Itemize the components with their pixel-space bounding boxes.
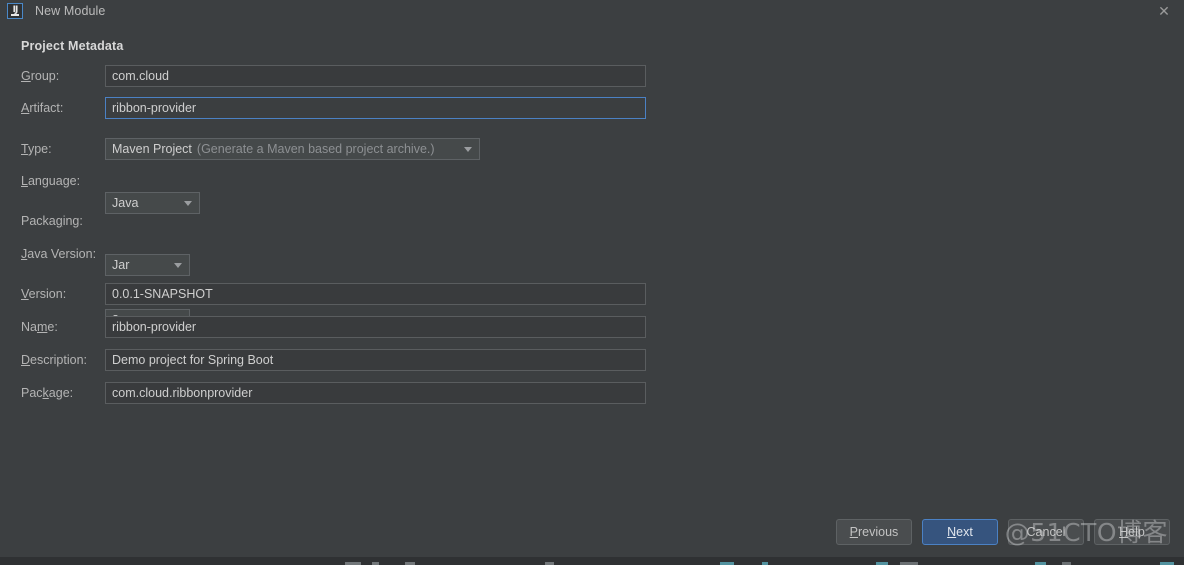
label-package: Package:	[21, 386, 74, 400]
combo-packaging[interactable]: Jar	[105, 254, 190, 276]
intellij-idea-icon: IJ	[7, 2, 23, 19]
input-name[interactable]: ribbon-provider	[105, 316, 646, 338]
close-icon[interactable]: ✕	[1154, 1, 1174, 21]
input-description[interactable]: Demo project for Spring Boot	[105, 349, 646, 371]
combo-language[interactable]: Java	[105, 192, 200, 214]
new-module-dialog: IJ New Module ✕ Project Metadata Group: c…	[0, 0, 1184, 565]
dialog-title: New Module	[35, 3, 106, 18]
label-name: Name:	[21, 320, 58, 334]
value-version: 0.0.1-SNAPSHOT	[112, 287, 213, 301]
label-type: Type:	[21, 142, 52, 156]
input-version[interactable]: 0.0.1-SNAPSHOT	[105, 283, 646, 305]
value-description: Demo project for Spring Boot	[112, 353, 274, 367]
intellij-idea-underbar	[11, 13, 19, 16]
dialog-button-bar: Previous Next Cancel Help	[836, 519, 1170, 545]
chevron-down-icon[interactable]	[184, 201, 192, 206]
value-artifact: ribbon-provider	[112, 101, 197, 115]
help-button[interactable]: Help	[1094, 519, 1170, 545]
label-language: Language:	[21, 174, 81, 188]
value-name: ribbon-provider	[112, 320, 197, 334]
value-hint-type: (Generate a Maven based project archive.…	[196, 142, 435, 156]
previous-button[interactable]: Previous	[836, 519, 912, 545]
label-description: Description:	[21, 353, 88, 367]
dialog-body: Project Metadata Group: com.cloud Artifact…	[0, 21, 1184, 557]
input-artifact[interactable]: ribbon-provider	[105, 97, 646, 119]
input-package[interactable]: com.cloud.ribbonprovider	[105, 382, 646, 404]
dialog-titlebar: IJ New Module ✕	[0, 0, 1184, 21]
chevron-down-icon[interactable]	[174, 263, 182, 268]
value-package: com.cloud.ribbonprovider	[112, 386, 253, 400]
label-artifact: Artifact:	[21, 101, 64, 115]
page-title: Project Metadata	[21, 39, 124, 53]
value-group: com.cloud	[112, 69, 169, 83]
label-version: Version:	[21, 287, 67, 301]
label-packaging: Packaging:	[21, 214, 83, 228]
combo-type[interactable]: Maven Project (Generate a Maven based pro…	[105, 138, 480, 160]
label-group: Group:	[21, 69, 60, 83]
value-language: Java	[112, 196, 139, 210]
project-metadata-form: Group: com.cloud Artifact: ribbon-provider T…	[0, 65, 700, 404]
value-type: Maven Project	[112, 142, 192, 156]
value-packaging: Jar	[112, 258, 130, 272]
cancel-button[interactable]: Cancel	[1008, 519, 1084, 545]
next-button[interactable]: Next	[922, 519, 998, 545]
chevron-down-icon[interactable]	[464, 147, 472, 152]
input-group[interactable]: com.cloud	[105, 65, 646, 87]
cut-off-content-strip	[0, 557, 1184, 565]
label-java-version: Java Version:	[21, 247, 97, 261]
